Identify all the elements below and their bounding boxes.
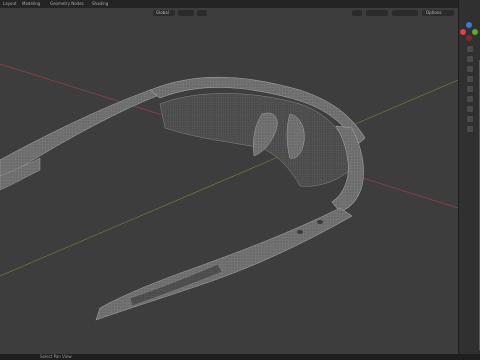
vent-hole bbox=[317, 220, 323, 224]
view-transform-label: Global bbox=[156, 10, 169, 15]
workspace-tab-bar: Layout Modeling Geometry Nodes Shading bbox=[0, 0, 480, 8]
gizmo-neg-x-icon[interactable] bbox=[466, 35, 472, 41]
annotate-icon[interactable] bbox=[467, 116, 473, 122]
gizmo-y-icon[interactable] bbox=[472, 29, 478, 35]
gizmo-x-icon[interactable] bbox=[460, 29, 466, 35]
status-text: Select Pan View bbox=[40, 354, 72, 359]
right-toolbar bbox=[458, 0, 480, 360]
shading-modes[interactable] bbox=[392, 10, 418, 16]
move-icon[interactable] bbox=[467, 76, 473, 82]
vent-hole bbox=[297, 230, 303, 234]
visibility-toggle[interactable] bbox=[352, 10, 362, 16]
navigation-gizmo[interactable] bbox=[460, 22, 480, 42]
viewport-header: Global Options bbox=[0, 8, 458, 18]
grab-hand-icon[interactable] bbox=[467, 56, 473, 62]
options-label: Options bbox=[426, 10, 442, 15]
gizmo-z-icon[interactable] bbox=[466, 22, 472, 28]
zoom-icon[interactable] bbox=[467, 46, 473, 52]
scale-icon[interactable] bbox=[467, 96, 473, 102]
tab-layout[interactable]: Layout bbox=[3, 0, 17, 8]
overlay-dropdown[interactable] bbox=[366, 10, 388, 16]
rotate-icon[interactable] bbox=[467, 86, 473, 92]
3d-viewport[interactable] bbox=[0, 18, 458, 354]
status-bar: Select Pan View bbox=[0, 354, 480, 360]
measure-icon[interactable] bbox=[467, 126, 473, 132]
options-dropdown[interactable]: Options bbox=[422, 10, 454, 16]
temple-grip-texture bbox=[129, 263, 223, 307]
snap-toggle[interactable] bbox=[178, 10, 194, 16]
sunglasses-mesh bbox=[0, 76, 366, 321]
transform-icon[interactable] bbox=[467, 106, 473, 112]
view-transform-dropdown[interactable]: Global bbox=[153, 10, 175, 16]
proportional-edit-toggle[interactable] bbox=[197, 10, 207, 16]
tab-modeling[interactable]: Modeling bbox=[22, 0, 40, 8]
tab-shading[interactable]: Shading bbox=[92, 0, 108, 8]
tab-geometry-nodes[interactable]: Geometry Nodes bbox=[50, 0, 84, 8]
camera-icon[interactable] bbox=[467, 66, 473, 72]
